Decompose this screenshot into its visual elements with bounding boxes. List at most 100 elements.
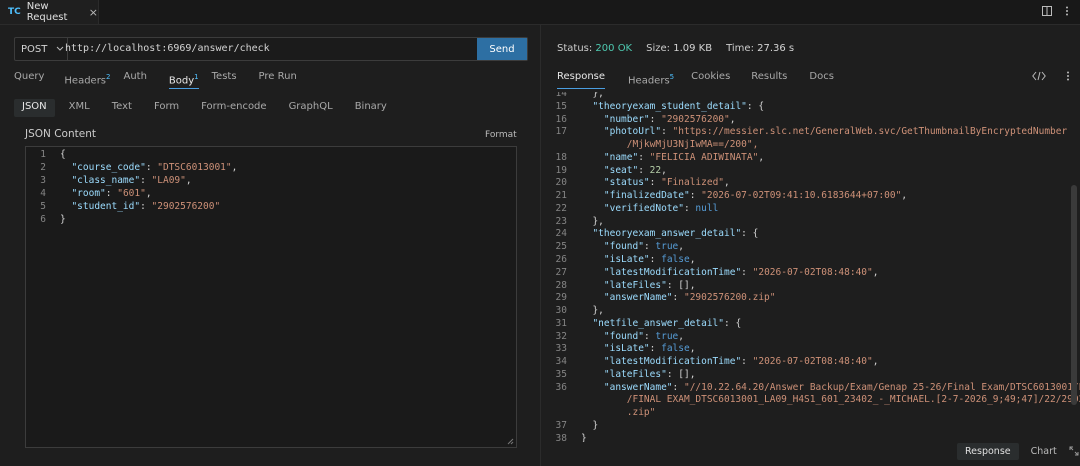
method-label: POST <box>21 43 48 55</box>
tab-cookies[interactable]: Cookies <box>691 68 730 88</box>
body-type-form-encode[interactable]: Form-encode <box>193 99 274 117</box>
tab-title: New Request <box>26 1 68 23</box>
method-select[interactable]: POST <box>15 38 68 60</box>
body-type-xml[interactable]: XML <box>61 99 98 117</box>
tab-results[interactable]: Results <box>751 68 787 88</box>
code-line: "lateFiles": [], <box>603 368 696 380</box>
format-button[interactable]: Format <box>485 130 517 140</box>
more-icon[interactable] <box>1062 6 1072 16</box>
code-line: "room": "601", <box>71 188 152 199</box>
code-line: "course_code": "DTSC6013001", <box>71 162 238 173</box>
line-number: 24 <box>555 228 567 240</box>
request-tab[interactable]: TC New Request × <box>0 0 99 24</box>
response-viewer[interactable]: 14 }, 15 "theoryexam_student_detail": {16… <box>541 92 1080 442</box>
tab-headers[interactable]: Headers2 <box>64 68 110 88</box>
line-number: 25 <box>555 241 567 253</box>
status-label: Status: <box>557 43 593 54</box>
split-icon[interactable] <box>1042 6 1052 16</box>
response-status: Status: 200 OK Size: 1.09 KB Time: 27.36… <box>557 43 808 54</box>
line-number: 21 <box>555 190 567 202</box>
send-button[interactable]: Send <box>477 38 527 60</box>
line-number: 19 <box>555 164 567 176</box>
code-line: "theoryexam_answer_detail": { <box>592 228 759 240</box>
line-number: 31 <box>555 317 567 329</box>
tab-pre-run[interactable]: Pre Run <box>259 68 297 88</box>
tab-docs[interactable]: Docs <box>809 68 834 88</box>
view-response[interactable]: Response <box>957 442 1019 460</box>
code-line: "class_name": "LA09", <box>71 175 192 186</box>
line-number: 32 <box>555 330 567 342</box>
tab-query[interactable]: Query <box>14 68 44 88</box>
code-line: /FINAL EXAM_DTSC6013001_LA09_H4S1_601_23… <box>581 394 1080 406</box>
code-line: "latestModificationTime": "2026-07-02T08… <box>603 266 879 278</box>
code-line: "finalizedDate": "2026-07-02T09:41:10.61… <box>603 190 908 202</box>
response-view-tabs: Response Chart <box>957 441 1079 461</box>
expand-icon[interactable] <box>1069 446 1079 456</box>
view-chart[interactable]: Chart <box>1023 443 1065 460</box>
code-line: "isLate": false, <box>603 343 696 355</box>
line-number: 36 <box>555 381 567 393</box>
code-icon[interactable] <box>1032 71 1046 81</box>
code-line: { <box>60 149 66 160</box>
body-type-tabs: JSON XML Text Form Form-encode GraphQL B… <box>14 99 401 117</box>
line-number: 35 <box>555 368 567 380</box>
resize-handle-icon[interactable] <box>507 438 514 445</box>
line-number: 26 <box>555 254 567 265</box>
json-editor[interactable]: 1 2 3 4 5 6 { "course_code": "DTSC601300… <box>25 146 517 448</box>
line-number: 34 <box>555 356 567 368</box>
line-number: 2 <box>40 162 46 173</box>
code-line: "latestModificationTime": "2026-07-02T08… <box>603 356 879 368</box>
body-type-text[interactable]: Text <box>104 99 140 117</box>
tab-response[interactable]: Response <box>557 68 606 89</box>
response-panel: Status: 200 OK Size: 1.09 KB Time: 27.36… <box>541 25 1080 466</box>
time-value: 27.36 s <box>757 43 795 54</box>
code-line: "answerName": "//10.22.64.20/Answer Back… <box>603 381 1080 393</box>
request-tabs: Query Headers2 Auth Body1 Tests Pre Run <box>14 68 297 89</box>
tab-auth[interactable]: Auth <box>123 68 146 88</box>
code-line: "netfile_answer_detail": { <box>592 317 742 329</box>
line-number: 33 <box>555 343 567 355</box>
code-line: "theoryexam_student_detail": { <box>592 100 765 112</box>
tab-response-headers[interactable]: Headers5 <box>628 68 674 88</box>
line-number: 29 <box>555 292 567 304</box>
status-value: 200 OK <box>595 43 633 54</box>
line-number: 38 <box>555 432 567 442</box>
code-line: "found": true, <box>603 241 685 253</box>
body-type-form[interactable]: Form <box>146 99 187 117</box>
response-tabs: Response Headers5 Cookies Results Docs <box>557 68 834 89</box>
line-number: 3 <box>40 175 46 186</box>
line-number: 15 <box>555 100 567 112</box>
code-line: }, <box>581 215 604 227</box>
code-line: }, <box>581 305 604 317</box>
time-label: Time: <box>726 43 754 54</box>
body-type-json[interactable]: JSON <box>14 99 55 117</box>
code-line: "seat": 22, <box>603 164 667 176</box>
code-line: /MjkwMjU3NjIwMA==/200", <box>581 139 759 151</box>
line-number: 5 <box>40 201 46 212</box>
body-type-binary[interactable]: Binary <box>347 99 395 117</box>
size-value: 1.09 KB <box>673 43 713 54</box>
title-bar: TC New Request × <box>0 0 1080 25</box>
line-number: 30 <box>555 305 567 317</box>
code-line: .zip" <box>581 407 656 419</box>
code-line: "lateFiles": [], <box>603 279 696 291</box>
code-line: "photoUrl": "https://messier.slc.net/Gen… <box>603 126 1068 138</box>
code-line: "isLate": false, <box>603 254 696 265</box>
more-icon[interactable] <box>1063 71 1073 81</box>
code-line: } <box>581 432 587 442</box>
line-number: 4 <box>40 188 46 199</box>
scrollbar[interactable] <box>1071 185 1077 405</box>
line-number: 22 <box>555 202 567 214</box>
request-panel: POST http://localhost:6969/answer/check … <box>0 25 541 466</box>
code-line: "status": "Finalized", <box>603 177 730 189</box>
line-number: 27 <box>555 266 567 278</box>
line-number: 28 <box>555 279 567 291</box>
code-line: "number": "2902576200", <box>603 113 736 125</box>
close-tab-icon[interactable]: × <box>89 6 98 19</box>
body-type-graphql[interactable]: GraphQL <box>281 99 341 117</box>
line-number: 1 <box>40 149 46 160</box>
url-input[interactable]: http://localhost:6969/answer/check <box>65 38 270 60</box>
code-line: "verifiedNote": null <box>603 202 719 214</box>
tab-body[interactable]: Body1 <box>168 68 199 89</box>
tab-tests[interactable]: Tests <box>212 68 237 88</box>
